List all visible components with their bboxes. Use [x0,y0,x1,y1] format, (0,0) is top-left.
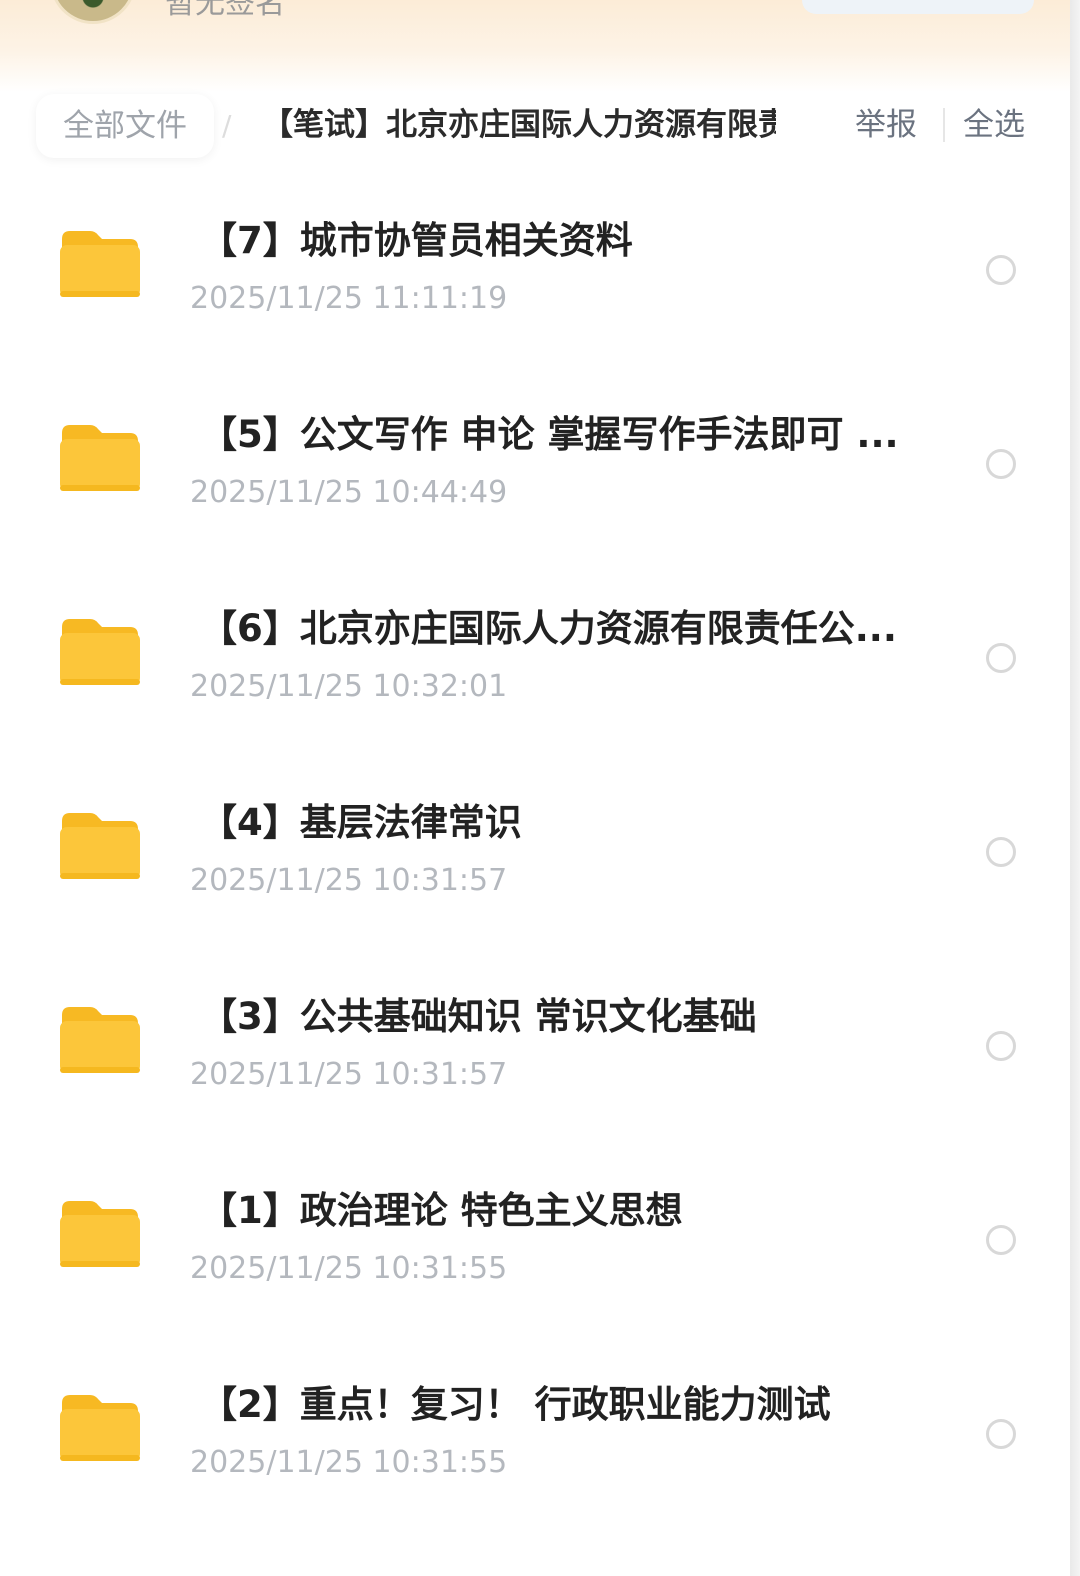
file-row[interactable]: 【6】北京亦庄国际人力资源有限责任公... 2025/11/25 10:32:0… [0,563,1070,757]
breadcrumb-all-files[interactable]: 全部文件 [36,94,214,158]
folder-icon [60,231,140,297]
folder-icon [60,1395,140,1461]
scroll-edge [1070,0,1080,1576]
file-row[interactable]: 【4】基层法律常识 2025/11/25 10:31:57 [0,757,1070,951]
file-name: 【3】公共基础知识 常识文化基础 [200,995,757,1038]
folder-icon [60,1201,140,1267]
file-name: 【5】公文写作 申论 掌握写作手法即可 ... [200,413,899,456]
breadcrumb-current-folder: 【笔试】北京亦庄国际人力资源有限责 [262,107,776,143]
folder-icon [60,1007,140,1073]
file-time: 2025/11/25 11:11:19 [190,281,508,316]
select-radio[interactable] [986,449,1016,479]
header-action-button[interactable] [802,0,1034,14]
folder-icon [60,813,140,879]
avatar[interactable] [50,0,136,24]
profile-header: 暂无签名 [0,0,1070,92]
file-name: 【6】北京亦庄国际人力资源有限责任公... [200,607,897,650]
select-radio[interactable] [986,1031,1016,1061]
file-time: 2025/11/25 10:31:55 [190,1251,508,1286]
select-radio[interactable] [986,837,1016,867]
file-time: 2025/11/25 10:44:49 [190,475,508,510]
file-name: 【1】政治理论 特色主义思想 [200,1189,683,1232]
file-row[interactable]: 【5】公文写作 申论 掌握写作手法即可 ... 2025/11/25 10:44… [0,369,1070,563]
signature-text: 暂无签名 [165,0,285,21]
file-list: 【7】城市协管员相关资料 2025/11/25 11:11:19 【5】公文写作… [0,175,1070,1533]
breadcrumb-separator: / [222,109,232,142]
file-row[interactable]: 【1】政治理论 特色主义思想 2025/11/25 10:31:55 [0,1145,1070,1339]
select-all-button[interactable]: 全选 [963,104,1025,146]
select-radio[interactable] [986,1225,1016,1255]
file-name: 【7】城市协管员相关资料 [200,219,633,262]
select-radio[interactable] [986,643,1016,673]
file-time: 2025/11/25 10:32:01 [190,669,508,704]
file-name: 【4】基层法律常识 [200,801,522,844]
select-radio[interactable] [986,1419,1016,1449]
file-row[interactable]: 【7】城市协管员相关资料 2025/11/25 11:11:19 [0,175,1070,369]
breadcrumb-toolbar: 全部文件 / 【笔试】北京亦庄国际人力资源有限责 举报 全选 [0,92,1070,162]
file-name: 【2】重点！复习！ 行政职业能力测试 [200,1383,831,1426]
toolbar-divider [943,108,945,142]
file-time: 2025/11/25 10:31:57 [190,863,508,898]
file-row[interactable]: 【3】公共基础知识 常识文化基础 2025/11/25 10:31:57 [0,951,1070,1145]
file-row[interactable]: 【2】重点！复习！ 行政职业能力测试 2025/11/25 10:31:55 [0,1339,1070,1533]
report-button[interactable]: 举报 [855,104,917,146]
folder-icon [60,619,140,685]
select-radio[interactable] [986,255,1016,285]
folder-icon [60,425,140,491]
file-time: 2025/11/25 10:31:57 [190,1057,508,1092]
file-time: 2025/11/25 10:31:55 [190,1445,508,1480]
file-share-page: 暂无签名 全部文件 / 【笔试】北京亦庄国际人力资源有限责 举报 全选 【7】城… [0,0,1070,1576]
